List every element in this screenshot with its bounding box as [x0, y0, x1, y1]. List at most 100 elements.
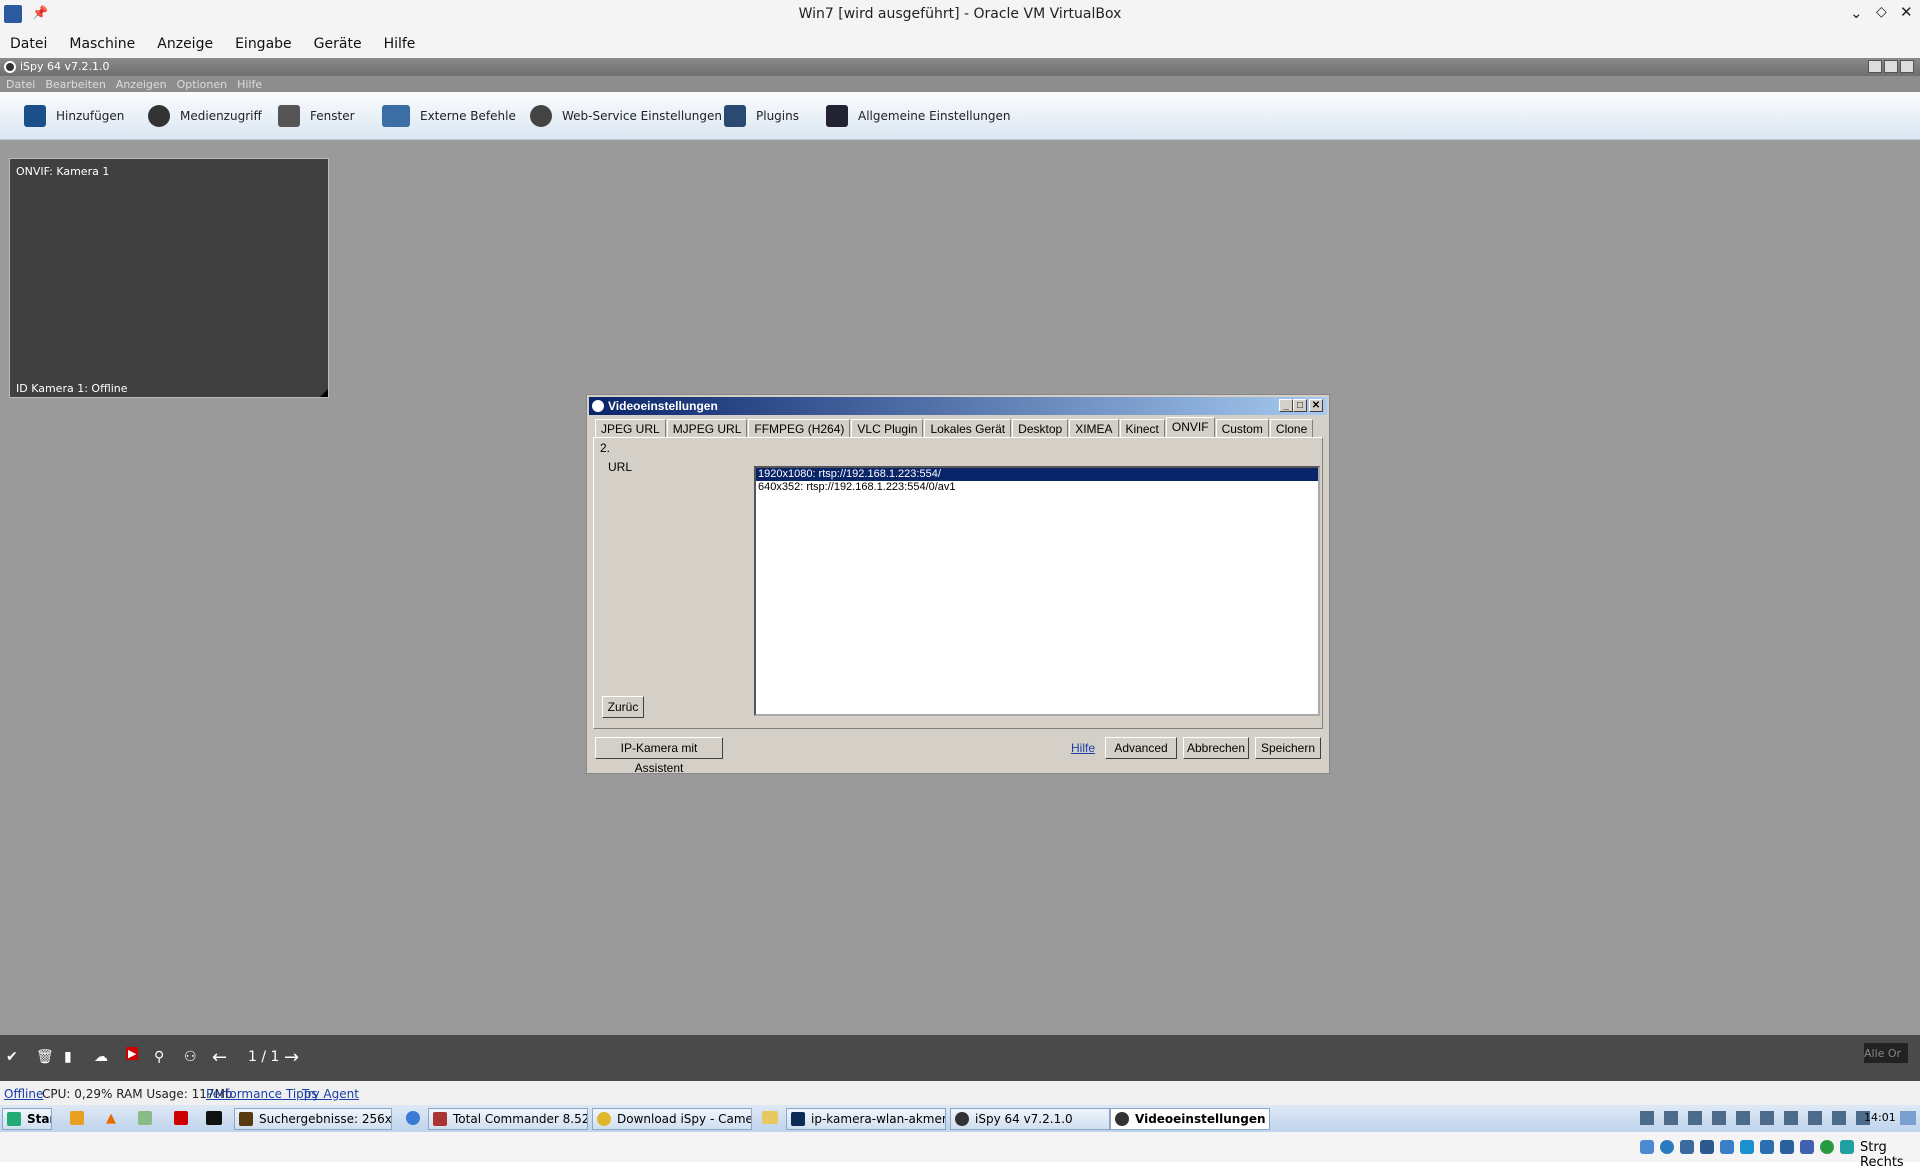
fenster-button[interactable]: Fenster [278, 104, 355, 128]
plugins-button[interactable]: Plugins [724, 104, 799, 128]
tray-icons[interactable] [1640, 1111, 1872, 1125]
ispy-restore-icon[interactable] [1884, 60, 1898, 73]
ispy-menu-hilfe[interactable]: Hilfe [237, 76, 262, 91]
usb-icon[interactable] [1720, 1140, 1734, 1154]
tab-ffmpeg[interactable]: FFMPEG (H264) [748, 419, 851, 437]
tab-onvif[interactable]: ONVIF [1165, 417, 1215, 437]
tab-vlc-plugin[interactable]: VLC Plugin [851, 419, 924, 437]
web-service-button[interactable]: Web-Service Einstellungen [530, 104, 722, 128]
try-agent-link[interactable]: Try Agent [302, 1087, 359, 1101]
ispy-toolbar: Hinzufügen Medienzugriff Fenster Externe… [0, 92, 1920, 140]
optical-drive-icon[interactable] [1660, 1140, 1674, 1154]
list-item[interactable]: 1920x1080: rtsp://192.168.1.223:554/ [756, 468, 1318, 481]
taskbar-item-videoeinstellungen[interactable]: Videoeinstellungen [1110, 1108, 1270, 1130]
camera-tile[interactable]: ONVIF: Kamera 1 ID Kamera 1: Offline [9, 158, 329, 398]
arrow-right-icon[interactable]: → [284, 1047, 299, 1068]
dialog-close-icon[interactable]: ✕ [1309, 399, 1323, 412]
virtualbox-statusbar: Strg Rechts [0, 1132, 1920, 1170]
tab-clone[interactable]: Clone [1269, 419, 1314, 437]
menu-maschine[interactable]: Maschine [69, 30, 135, 52]
menu-anzeige[interactable]: Anzeige [157, 30, 213, 52]
performance-tips-link[interactable]: Performance Tipps [206, 1087, 318, 1101]
check-icon[interactable]: ✔ [6, 1049, 18, 1065]
media-player-icon[interactable] [70, 1111, 84, 1125]
console-icon[interactable] [206, 1111, 222, 1125]
allgemeine-einstellungen-button[interactable]: Allgemeine Einstellungen [826, 104, 1010, 128]
camera-name: ONVIF: Kamera 1 [16, 165, 110, 178]
browser-icon[interactable] [406, 1111, 420, 1125]
mouse-integration-icon[interactable] [1820, 1140, 1834, 1154]
search-icon[interactable]: ⚲ [154, 1049, 164, 1065]
menu-geraete[interactable]: Geräte [314, 30, 362, 52]
ispy-icon [1115, 1112, 1129, 1126]
onvif-panel: 2. URL 1920x1080: rtsp://192.168.1.223:5… [593, 437, 1323, 729]
command-icon [382, 105, 410, 127]
taskbar-item-total-commander[interactable]: Total Commander 8.52a ... [428, 1108, 588, 1130]
tab-lokales-geraet[interactable]: Lokales Gerät [924, 419, 1012, 437]
taskbar-item-download-ispy[interactable]: Download iSpy - Camera ... [592, 1108, 752, 1130]
hinzufuegen-button[interactable]: Hinzufügen [24, 104, 124, 128]
cloud-icon[interactable]: ☁ [94, 1049, 108, 1065]
notepad-icon[interactable] [138, 1111, 152, 1125]
url-list[interactable]: 1920x1080: rtsp://192.168.1.223:554/ 640… [754, 466, 1320, 716]
menu-eingabe[interactable]: Eingabe [235, 30, 292, 52]
shared-folder-icon[interactable] [1740, 1140, 1754, 1154]
externe-befehle-button[interactable]: Externe Befehle [382, 104, 516, 128]
youtube-icon[interactable]: ▶ [126, 1047, 139, 1060]
dialog-minimize-icon[interactable]: _ [1279, 399, 1293, 412]
dialog-maximize-icon[interactable]: □ [1293, 399, 1307, 412]
bookmark-icon[interactable]: ▮ [64, 1049, 72, 1065]
taskbar-item-suchergebnisse[interactable]: Suchergebnisse: 256x256 [234, 1108, 392, 1130]
tab-mjpeg-url[interactable]: MJPEG URL [666, 419, 748, 437]
trash-icon[interactable]: 🗑 [36, 1049, 54, 1065]
network-icon[interactable]: ⚇ [184, 1049, 197, 1065]
back-button[interactable]: Zurüc [602, 696, 644, 718]
wizard-button[interactable]: IP-Kamera mit Assistent [595, 737, 723, 775]
filter-dropdown[interactable]: Alle Or [1864, 1043, 1908, 1063]
ispy-close-icon[interactable] [1900, 60, 1914, 73]
maximize-icon[interactable]: ◇ [1876, 4, 1887, 20]
tab-ximea[interactable]: XIMEA [1069, 419, 1119, 437]
resize-grip-icon[interactable] [320, 389, 328, 397]
plugins-icon [724, 105, 746, 127]
ispy-menu-datei[interactable]: Datei [6, 76, 35, 91]
tab-custom[interactable]: Custom [1215, 419, 1269, 437]
close-icon[interactable]: ✕ [1900, 3, 1913, 21]
list-item[interactable]: 640x352: rtsp://192.168.1.223:554/0/av1 [756, 481, 1318, 494]
medienzugriff-button[interactable]: Medienzugriff [148, 104, 262, 128]
show-desktop-icon[interactable] [1900, 1111, 1916, 1125]
ispy-menu-bearbeiten[interactable]: Bearbeiten [45, 76, 105, 91]
offline-link[interactable]: Offline [4, 1087, 43, 1101]
ispy-menu-anzeigen[interactable]: Anzeigen [116, 76, 167, 91]
audio-icon[interactable] [1680, 1140, 1694, 1154]
page-indicator: 1 / 1 [248, 1049, 280, 1065]
folder-icon[interactable] [762, 1111, 778, 1124]
menu-datei[interactable]: Datei [10, 30, 47, 52]
cpu-icon[interactable] [1800, 1140, 1814, 1154]
help-link[interactable]: Hilfe [1071, 741, 1095, 755]
clock[interactable]: 14:01 [1864, 1111, 1896, 1124]
taskbar-item-photoshop[interactable]: ip-kamera-wlan-akmera-... [786, 1108, 946, 1130]
vlc-icon[interactable]: ▲ [106, 1111, 116, 1126]
ispy-minimize-icon[interactable] [1868, 60, 1882, 73]
ispy-menu-optionen[interactable]: Optionen [177, 76, 227, 91]
host-window-title: Win7 [wird ausgeführt] - Oracle VM Virtu… [798, 6, 1122, 22]
tab-jpeg-url[interactable]: JPEG URL [595, 419, 666, 437]
advanced-button[interactable]: Advanced [1105, 737, 1177, 759]
save-button[interactable]: Speichern [1255, 737, 1321, 759]
taskbar-item-ispy[interactable]: iSpy 64 v7.2.1.0 [950, 1108, 1110, 1130]
floppy-icon [433, 1112, 447, 1126]
url-label: URL [608, 460, 633, 474]
pdf-icon[interactable] [174, 1111, 188, 1125]
start-button[interactable]: Start [2, 1108, 52, 1130]
display-icon[interactable] [1760, 1140, 1774, 1154]
network-adapter-icon[interactable] [1700, 1140, 1714, 1154]
menu-hilfe[interactable]: Hilfe [384, 30, 416, 52]
cancel-button[interactable]: Abbrechen [1183, 737, 1249, 759]
tab-kinect[interactable]: Kinect [1119, 419, 1165, 437]
video-capture-icon[interactable] [1780, 1140, 1794, 1154]
harddisk-icon[interactable] [1640, 1140, 1654, 1154]
tab-desktop[interactable]: Desktop [1012, 419, 1069, 437]
arrow-left-icon[interactable]: ← [212, 1047, 227, 1068]
minimize-icon[interactable]: ⌄ [1850, 4, 1863, 22]
